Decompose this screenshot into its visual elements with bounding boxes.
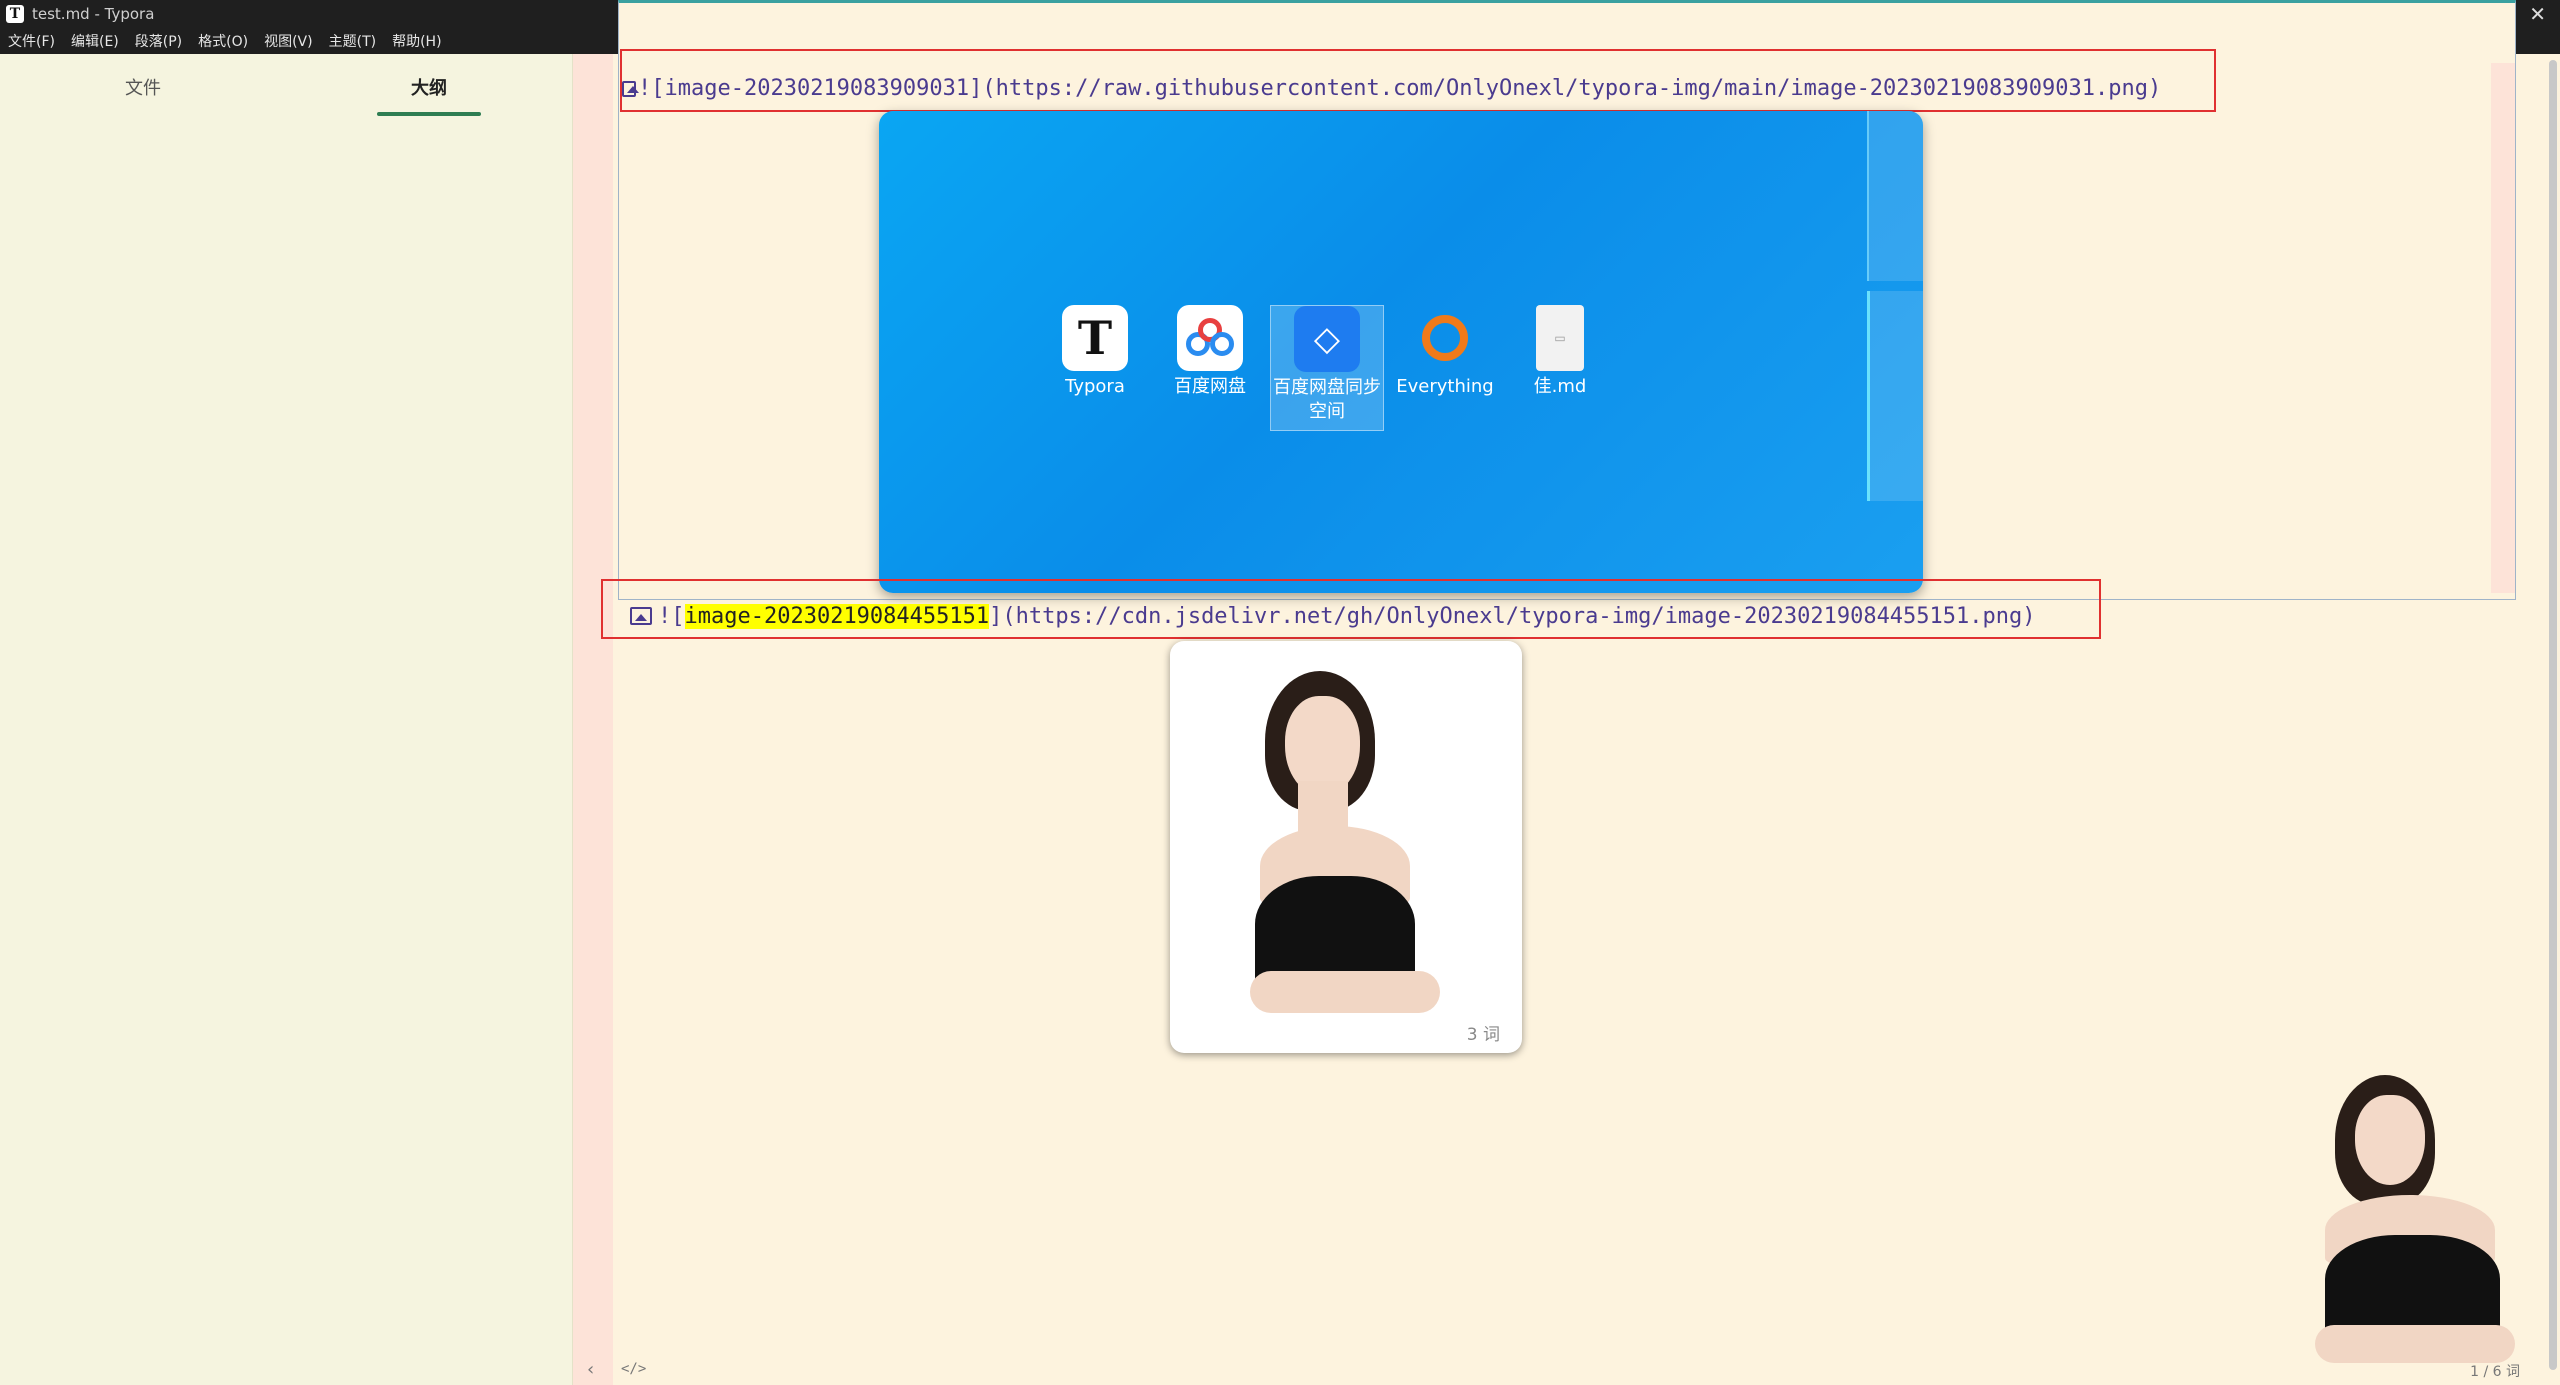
baidu-netdisk-icon (1177, 305, 1243, 371)
desktop-icon-baidu-sync: ◇ 百度网盘同步空间 (1270, 305, 1384, 431)
menu-edit[interactable]: 编辑(E) (71, 31, 119, 51)
tab-files[interactable]: 文件 (0, 54, 286, 116)
desktop-icon-markdown-file: ▭ 佳.md (1510, 305, 1610, 399)
windows-logo-pane (1867, 111, 1923, 281)
windows-logo-pane (1867, 291, 1923, 501)
card-word-count: 3 词 (1466, 1025, 1500, 1045)
image-alt-text: image-20230219083909031 (664, 76, 970, 101)
status-bar: ‹ </> 1 / 6 词 (573, 1355, 2560, 1385)
menu-help[interactable]: 帮助(H) (392, 31, 441, 51)
editor-margin-left (573, 54, 613, 1385)
thumb-face (2355, 1095, 2425, 1185)
menu-theme[interactable]: 主题(T) (329, 31, 376, 51)
typora-app-icon: T (6, 5, 24, 23)
markdown-image-line-1[interactable]: ![image-20230219083909031](https://raw.g… (622, 76, 2161, 101)
toggle-sidebar-chevron-icon[interactable]: ‹ (587, 1359, 594, 1380)
figure-arms (1250, 971, 1440, 1013)
image-icon (630, 607, 652, 625)
popup-right-edge (2491, 63, 2515, 593)
editor-scrollbar[interactable] (2546, 54, 2560, 1370)
markdown-image-line-2[interactable]: ![image-20230219084455151](https://cdn.j… (630, 604, 2036, 629)
baidu-sync-icon: ◇ (1294, 306, 1360, 372)
menu-paragraph[interactable]: 段落(P) (135, 31, 182, 51)
portrait-image-preview[interactable]: 3 词 (1170, 641, 1522, 1053)
typora-icon: T (1062, 305, 1128, 371)
everything-icon (1412, 305, 1478, 371)
desktop-icon-baidu-netdisk: 百度网盘 (1160, 305, 1260, 399)
floating-portrait-thumbnail (2305, 1075, 2515, 1375)
word-count[interactable]: 1 / 6 词 (2470, 1361, 2520, 1381)
image-alt-text-highlighted: image-20230219084455151 (684, 604, 990, 629)
sidebar: 文件 大纲 (0, 54, 573, 1385)
scrollbar-thumb[interactable] (2549, 60, 2557, 1370)
menu-file[interactable]: 文件(F) (8, 31, 55, 51)
menu-view[interactable]: 视图(V) (264, 31, 313, 51)
tab-outline[interactable]: 大纲 (286, 54, 572, 116)
close-icon[interactable]: ✕ (2529, 2, 2546, 26)
image-icon (622, 81, 639, 97)
window-title: test.md - Typora (32, 5, 155, 23)
desktop-icon-typora: T Typora (1045, 305, 1145, 399)
menu-format[interactable]: 格式(O) (198, 31, 248, 51)
markdown-file-icon: ▭ (1536, 305, 1584, 371)
source-code-mode-icon[interactable]: </> (621, 1361, 646, 1377)
desktop-screenshot-image[interactable]: T Typora 百度网盘 ◇ 百度网盘同步空间 Everything ▭ 佳.… (879, 111, 1923, 593)
desktop-icon-everything: Everything (1389, 305, 1501, 399)
sidebar-tabs: 文件 大纲 (0, 54, 572, 116)
